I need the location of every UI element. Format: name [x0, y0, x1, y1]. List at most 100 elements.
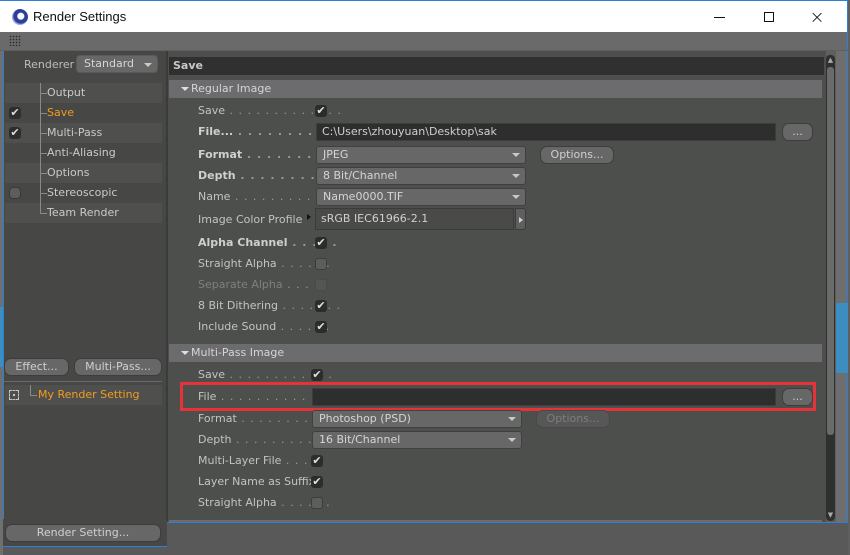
panel-header: Save	[169, 57, 824, 75]
chevron-down-icon	[508, 438, 516, 442]
layer-name-suffix-checkbox[interactable]: ✔	[311, 476, 323, 488]
tree-item-label[interactable]: Anti-Aliasing	[47, 143, 116, 163]
mp-file-browse-button[interactable]: ...	[782, 388, 813, 406]
alpha-channel-checkbox[interactable]: ✔	[315, 237, 327, 249]
mp-format-select[interactable]: Photoshop (PSD)	[312, 410, 522, 428]
mp-depth-label: Depth . . . . . . . . . . .	[198, 433, 330, 446]
properties-panel: Save Regular Image Save . . . . . . . . …	[168, 51, 826, 522]
section-regular-image[interactable]: Regular Image	[169, 80, 822, 98]
section-title: Regular Image	[191, 82, 272, 95]
tree-item-options[interactable]: Options	[5, 163, 162, 183]
name-select[interactable]: Name0000.TIF	[316, 188, 526, 206]
include-sound-checkbox[interactable]: ✔	[315, 321, 327, 333]
scroll-down-icon[interactable]: ▼	[827, 511, 834, 520]
section-compositing-project-file[interactable]: Compositing Project File	[169, 520, 822, 522]
label-text: Straight Alpha	[198, 257, 277, 270]
render-setting-item[interactable]: My Render Setting	[5, 385, 162, 405]
label-text: Depth	[198, 169, 236, 182]
renderer-select[interactable]: Standard	[76, 55, 158, 73]
tree-item-label[interactable]: Options	[47, 163, 89, 183]
label-text: Save	[198, 104, 226, 117]
multi-pass-button[interactable]: Multi-Pass...	[74, 358, 162, 376]
tree-line	[40, 213, 47, 214]
target-icon[interactable]	[9, 390, 19, 400]
render-setting-button[interactable]: Render Setting...	[5, 524, 161, 542]
scroll-up-icon[interactable]: ▲	[827, 56, 834, 65]
multi-layer-file-label: Multi-Layer File . . . .	[198, 454, 317, 467]
format-select[interactable]: JPEG	[316, 146, 526, 164]
image-color-profile-label: Image Color Profile	[198, 213, 303, 226]
render-settings-window: Render Settings × Renderer Standard Outp…	[0, 0, 850, 555]
multi-layer-file-checkbox[interactable]: ✔	[311, 455, 323, 467]
tree-item-team-render[interactable]: Team Render	[5, 203, 162, 223]
tree-item-save-checkbox[interactable]: ✔	[9, 107, 21, 119]
mp-depth-value: 16 Bit/Channel	[319, 433, 401, 446]
cinema4d-app-icon	[12, 9, 28, 25]
tree-item-label[interactable]: Save	[47, 103, 74, 123]
mp-save-checkbox[interactable]: ✔	[311, 369, 323, 381]
maximize-button[interactable]	[746, 1, 792, 33]
tree-item-multi-pass[interactable]: ✔ Multi-Pass	[5, 123, 162, 143]
label-text: 8 Bit Dithering	[198, 299, 279, 312]
straight-alpha-label: Straight Alpha . . . . . .	[198, 257, 331, 270]
section-multi-pass-image[interactable]: Multi-Pass Image	[169, 344, 822, 362]
tree-line	[40, 93, 47, 94]
mp-format-value: Photoshop (PSD)	[319, 412, 411, 425]
color-profile-field[interactable]: sRGB IEC61966-2.1	[315, 208, 514, 230]
tree-line	[40, 133, 47, 134]
chevron-down-icon	[512, 153, 520, 157]
tree-line	[40, 193, 47, 194]
title-bar: Render Settings ×	[0, 0, 848, 32]
depth-value: 8 Bit/Channel	[323, 169, 398, 182]
chevron-down-icon	[512, 195, 520, 199]
renderer-value: Standard	[84, 57, 135, 70]
color-profile-menu-button[interactable]	[515, 208, 526, 230]
tree-item-multi-pass-checkbox[interactable]: ✔	[9, 127, 21, 139]
expand-triangle-icon	[181, 351, 189, 355]
depth-select[interactable]: 8 Bit/Channel	[316, 167, 526, 185]
vertical-scrollbar[interactable]: ▲ ▼	[826, 55, 835, 521]
file-browse-button[interactable]: ...	[782, 123, 813, 141]
effect-button[interactable]: Effect...	[4, 358, 69, 376]
close-button[interactable]: ×	[794, 1, 840, 33]
background-viewport-right-accent	[836, 303, 848, 373]
leader-dots: . . . . .	[287, 236, 338, 249]
divider	[4, 381, 162, 382]
tree-item-label[interactable]: Multi-Pass	[47, 123, 102, 143]
mp-depth-select[interactable]: 16 Bit/Channel	[312, 431, 522, 449]
settings-tree: Output ✔ Save ✔ Multi-Pass Anti-Aliasing…	[5, 83, 162, 223]
straight-alpha-checkbox[interactable]	[315, 258, 327, 270]
tree-item-label[interactable]: Team Render	[47, 203, 119, 223]
tree-line	[30, 385, 37, 396]
tree-item-stereoscopic-checkbox[interactable]	[9, 187, 21, 199]
tree-item-label[interactable]: Output	[47, 83, 85, 103]
mp-file-path-input[interactable]	[312, 388, 776, 406]
mp-format-options-button[interactable]: Options...	[536, 410, 610, 428]
background-viewport-right	[836, 51, 848, 522]
format-options-button[interactable]: Options...	[540, 146, 614, 164]
tree-item-stereoscopic[interactable]: Stereoscopic	[5, 183, 162, 203]
render-setting-label[interactable]: My Render Setting	[38, 388, 140, 401]
label-text: Format	[198, 148, 243, 161]
name-value: Name0000.TIF	[323, 190, 404, 203]
grip-handle-icon[interactable]	[9, 35, 21, 46]
label-text: Format	[198, 412, 237, 425]
tree-item-label[interactable]: Stereoscopic	[47, 183, 117, 203]
label-text: File	[198, 390, 217, 403]
expand-arrow-icon[interactable]	[307, 214, 311, 220]
scrollbar-thumb[interactable]	[827, 67, 834, 435]
format-value: JPEG	[323, 148, 349, 161]
label-text: Include Sound	[198, 320, 277, 333]
tree-item-anti-aliasing[interactable]: Anti-Aliasing	[5, 143, 162, 163]
label-text: Save	[198, 368, 226, 381]
separate-alpha-checkbox[interactable]	[315, 279, 327, 291]
file-path-input[interactable]: C:\Users\zhouyuan\Desktop\sak	[316, 123, 776, 141]
mp-straight-alpha-checkbox[interactable]	[311, 497, 323, 509]
save-checkbox[interactable]: ✔	[315, 105, 327, 117]
dithering-checkbox[interactable]: ✔	[315, 300, 327, 312]
tree-line	[40, 153, 47, 154]
tree-item-output[interactable]: Output	[5, 83, 162, 103]
tree-item-save[interactable]: ✔ Save	[5, 103, 162, 123]
toolbar	[0, 32, 848, 50]
minimize-button[interactable]	[696, 1, 742, 33]
